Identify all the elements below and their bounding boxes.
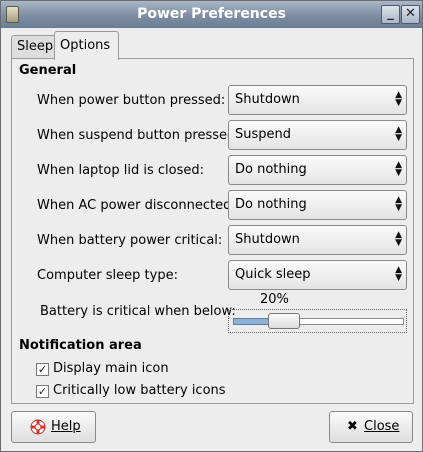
lifebuoy-icon (30, 419, 46, 439)
updown-arrows-icon: ▲ ▼ (395, 265, 402, 283)
title-bar[interactable]: Power Preferences _ ✕ (1, 1, 422, 28)
help-button[interactable]: Help (11, 411, 96, 443)
battery-critical-combo[interactable]: Shutdown ▲ ▼ (228, 225, 407, 255)
options-panel: General When power button pressed: Shutd… (11, 58, 414, 404)
power-button-value: Shutdown (235, 92, 300, 107)
tab-sleep[interactable]: Sleep (11, 35, 59, 59)
updown-arrows-icon: ▲ ▼ (395, 125, 402, 143)
critical-level-label: Battery is critical when below: (40, 304, 236, 319)
power-preferences-window: Power Preferences _ ✕ Sleep Options Gene… (0, 0, 423, 452)
suspend-button-label: When suspend button pressed: (37, 128, 240, 143)
low-battery-icons-checkbox[interactable]: ✓ (36, 385, 49, 398)
general-heading: General (19, 63, 77, 78)
close-button-label: Close (364, 419, 400, 434)
ac-disconnected-value: Do nothing (235, 197, 307, 212)
lid-closed-value: Do nothing (235, 162, 307, 177)
x-icon: ✖ (347, 419, 358, 434)
sleep-type-label: Computer sleep type: (37, 268, 178, 283)
updown-arrows-icon: ▲ ▼ (395, 90, 402, 108)
updown-arrows-icon: ▲ ▼ (395, 160, 402, 178)
power-button-combo[interactable]: Shutdown ▲ ▼ (228, 85, 407, 115)
ac-disconnected-label: When AC power disconnected: (37, 198, 236, 213)
critical-level-value: 20% (260, 292, 289, 307)
close-button[interactable]: ✖ Close (329, 411, 413, 443)
lid-closed-label: When laptop lid is closed: (37, 163, 204, 178)
display-main-icon-label: Display main icon (53, 361, 169, 376)
lid-closed-combo[interactable]: Do nothing ▲ ▼ (228, 155, 407, 185)
notification-heading: Notification area (19, 338, 142, 353)
tab-options[interactable]: Options (54, 31, 119, 60)
tab-sleep-label: Sleep (17, 39, 54, 54)
ac-disconnected-combo[interactable]: Do nothing ▲ ▼ (228, 190, 407, 220)
updown-arrows-icon: ▲ ▼ (395, 230, 402, 248)
close-icon[interactable]: ✕ (401, 5, 420, 24)
minimize-icon[interactable]: _ (381, 5, 400, 24)
suspend-button-combo[interactable]: Suspend ▲ ▼ (228, 120, 407, 150)
suspend-button-value: Suspend (235, 127, 292, 142)
window-title: Power Preferences (137, 6, 286, 22)
updown-arrows-icon: ▲ ▼ (395, 195, 402, 213)
sleep-type-combo[interactable]: Quick sleep ▲ ▼ (228, 260, 407, 290)
tab-options-label: Options (60, 38, 111, 53)
display-main-icon-checkbox[interactable]: ✓ (36, 363, 49, 376)
sleep-type-value: Quick sleep (235, 267, 311, 282)
power-button-label: When power button pressed: (37, 93, 226, 108)
battery-critical-value: Shutdown (235, 232, 300, 247)
help-button-label: Help (51, 419, 81, 434)
low-battery-icons-label: Critically low battery icons (53, 383, 226, 398)
slider-thumb[interactable] (268, 313, 300, 329)
critical-level-slider[interactable] (228, 309, 407, 333)
slider-fill (233, 318, 270, 325)
battery-critical-label: When battery power critical: (37, 233, 223, 248)
